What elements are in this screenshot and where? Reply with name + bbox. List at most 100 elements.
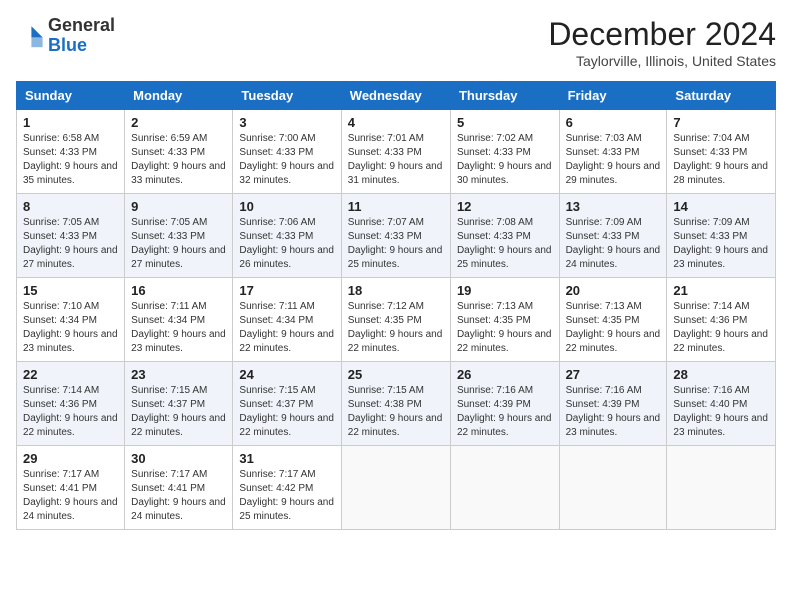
day-number: 5 (457, 115, 553, 130)
col-friday: Friday (559, 82, 667, 110)
page-header: General Blue December 2024 Taylorville, … (16, 16, 776, 69)
day-info: Sunrise: 7:04 AM Sunset: 4:33 PM Dayligh… (673, 132, 769, 188)
day-number: 6 (566, 115, 661, 130)
col-tuesday: Tuesday (233, 82, 341, 110)
day-number: 16 (131, 283, 226, 298)
table-row: 24 Sunrise: 7:15 AM Sunset: 4:37 PM Dayl… (233, 362, 341, 446)
logo-text: General Blue (48, 16, 115, 56)
table-row: 2 Sunrise: 6:59 AM Sunset: 4:33 PM Dayli… (125, 110, 233, 194)
table-row: 28 Sunrise: 7:16 AM Sunset: 4:40 PM Dayl… (667, 362, 776, 446)
day-info: Sunrise: 6:58 AM Sunset: 4:33 PM Dayligh… (23, 132, 118, 188)
calendar-header-row: Sunday Monday Tuesday Wednesday Thursday… (17, 82, 776, 110)
table-row: 14 Sunrise: 7:09 AM Sunset: 4:33 PM Dayl… (667, 194, 776, 278)
table-row: 23 Sunrise: 7:15 AM Sunset: 4:37 PM Dayl… (125, 362, 233, 446)
day-number: 19 (457, 283, 553, 298)
table-row: 18 Sunrise: 7:12 AM Sunset: 4:35 PM Dayl… (341, 278, 450, 362)
day-number: 2 (131, 115, 226, 130)
day-info: Sunrise: 7:15 AM Sunset: 4:38 PM Dayligh… (348, 384, 444, 440)
table-row: 22 Sunrise: 7:14 AM Sunset: 4:36 PM Dayl… (17, 362, 125, 446)
day-info: Sunrise: 7:06 AM Sunset: 4:33 PM Dayligh… (239, 216, 334, 272)
table-row: 26 Sunrise: 7:16 AM Sunset: 4:39 PM Dayl… (450, 362, 559, 446)
col-saturday: Saturday (667, 82, 776, 110)
day-info: Sunrise: 7:14 AM Sunset: 4:36 PM Dayligh… (23, 384, 118, 440)
table-row: 30 Sunrise: 7:17 AM Sunset: 4:41 PM Dayl… (125, 446, 233, 530)
day-info: Sunrise: 7:14 AM Sunset: 4:36 PM Dayligh… (673, 300, 769, 356)
day-info: Sunrise: 7:15 AM Sunset: 4:37 PM Dayligh… (131, 384, 226, 440)
day-number: 18 (348, 283, 444, 298)
calendar-week-4: 22 Sunrise: 7:14 AM Sunset: 4:36 PM Dayl… (17, 362, 776, 446)
table-row: 13 Sunrise: 7:09 AM Sunset: 4:33 PM Dayl… (559, 194, 667, 278)
day-number: 29 (23, 451, 118, 466)
table-row (667, 446, 776, 530)
table-row: 25 Sunrise: 7:15 AM Sunset: 4:38 PM Dayl… (341, 362, 450, 446)
table-row (559, 446, 667, 530)
table-row: 12 Sunrise: 7:08 AM Sunset: 4:33 PM Dayl… (450, 194, 559, 278)
day-info: Sunrise: 7:17 AM Sunset: 4:41 PM Dayligh… (23, 468, 118, 524)
table-row: 21 Sunrise: 7:14 AM Sunset: 4:36 PM Dayl… (667, 278, 776, 362)
day-info: Sunrise: 7:17 AM Sunset: 4:42 PM Dayligh… (239, 468, 334, 524)
day-number: 28 (673, 367, 769, 382)
day-info: Sunrise: 7:10 AM Sunset: 4:34 PM Dayligh… (23, 300, 118, 356)
day-number: 15 (23, 283, 118, 298)
day-info: Sunrise: 7:03 AM Sunset: 4:33 PM Dayligh… (566, 132, 661, 188)
calendar-week-5: 29 Sunrise: 7:17 AM Sunset: 4:41 PM Dayl… (17, 446, 776, 530)
day-info: Sunrise: 7:11 AM Sunset: 4:34 PM Dayligh… (239, 300, 334, 356)
col-wednesday: Wednesday (341, 82, 450, 110)
calendar-week-3: 15 Sunrise: 7:10 AM Sunset: 4:34 PM Dayl… (17, 278, 776, 362)
day-info: Sunrise: 7:16 AM Sunset: 4:39 PM Dayligh… (566, 384, 661, 440)
title-block: December 2024 Taylorville, Illinois, Uni… (548, 16, 776, 69)
day-info: Sunrise: 7:17 AM Sunset: 4:41 PM Dayligh… (131, 468, 226, 524)
day-number: 21 (673, 283, 769, 298)
day-info: Sunrise: 6:59 AM Sunset: 4:33 PM Dayligh… (131, 132, 226, 188)
day-number: 20 (566, 283, 661, 298)
day-info: Sunrise: 7:05 AM Sunset: 4:33 PM Dayligh… (131, 216, 226, 272)
day-number: 24 (239, 367, 334, 382)
day-number: 1 (23, 115, 118, 130)
day-info: Sunrise: 7:02 AM Sunset: 4:33 PM Dayligh… (457, 132, 553, 188)
day-number: 12 (457, 199, 553, 214)
table-row: 19 Sunrise: 7:13 AM Sunset: 4:35 PM Dayl… (450, 278, 559, 362)
col-thursday: Thursday (450, 82, 559, 110)
day-number: 17 (239, 283, 334, 298)
day-number: 14 (673, 199, 769, 214)
table-row: 10 Sunrise: 7:06 AM Sunset: 4:33 PM Dayl… (233, 194, 341, 278)
table-row: 31 Sunrise: 7:17 AM Sunset: 4:42 PM Dayl… (233, 446, 341, 530)
table-row: 5 Sunrise: 7:02 AM Sunset: 4:33 PM Dayli… (450, 110, 559, 194)
day-number: 11 (348, 199, 444, 214)
day-info: Sunrise: 7:07 AM Sunset: 4:33 PM Dayligh… (348, 216, 444, 272)
day-number: 8 (23, 199, 118, 214)
day-number: 10 (239, 199, 334, 214)
calendar-week-1: 1 Sunrise: 6:58 AM Sunset: 4:33 PM Dayli… (17, 110, 776, 194)
col-sunday: Sunday (17, 82, 125, 110)
day-info: Sunrise: 7:13 AM Sunset: 4:35 PM Dayligh… (566, 300, 661, 356)
day-number: 26 (457, 367, 553, 382)
day-info: Sunrise: 7:13 AM Sunset: 4:35 PM Dayligh… (457, 300, 553, 356)
day-number: 30 (131, 451, 226, 466)
day-info: Sunrise: 7:05 AM Sunset: 4:33 PM Dayligh… (23, 216, 118, 272)
table-row: 27 Sunrise: 7:16 AM Sunset: 4:39 PM Dayl… (559, 362, 667, 446)
calendar-table: Sunday Monday Tuesday Wednesday Thursday… (16, 81, 776, 530)
day-info: Sunrise: 7:08 AM Sunset: 4:33 PM Dayligh… (457, 216, 553, 272)
calendar-week-2: 8 Sunrise: 7:05 AM Sunset: 4:33 PM Dayli… (17, 194, 776, 278)
day-info: Sunrise: 7:01 AM Sunset: 4:33 PM Dayligh… (348, 132, 444, 188)
table-row (341, 446, 450, 530)
table-row: 3 Sunrise: 7:00 AM Sunset: 4:33 PM Dayli… (233, 110, 341, 194)
day-number: 3 (239, 115, 334, 130)
table-row: 9 Sunrise: 7:05 AM Sunset: 4:33 PM Dayli… (125, 194, 233, 278)
location: Taylorville, Illinois, United States (548, 53, 776, 69)
day-info: Sunrise: 7:12 AM Sunset: 4:35 PM Dayligh… (348, 300, 444, 356)
day-info: Sunrise: 7:16 AM Sunset: 4:39 PM Dayligh… (457, 384, 553, 440)
day-info: Sunrise: 7:09 AM Sunset: 4:33 PM Dayligh… (673, 216, 769, 272)
day-number: 23 (131, 367, 226, 382)
month-title: December 2024 (548, 16, 776, 53)
table-row: 6 Sunrise: 7:03 AM Sunset: 4:33 PM Dayli… (559, 110, 667, 194)
table-row: 8 Sunrise: 7:05 AM Sunset: 4:33 PM Dayli… (17, 194, 125, 278)
day-number: 25 (348, 367, 444, 382)
day-number: 27 (566, 367, 661, 382)
table-row: 7 Sunrise: 7:04 AM Sunset: 4:33 PM Dayli… (667, 110, 776, 194)
table-row: 17 Sunrise: 7:11 AM Sunset: 4:34 PM Dayl… (233, 278, 341, 362)
table-row: 16 Sunrise: 7:11 AM Sunset: 4:34 PM Dayl… (125, 278, 233, 362)
logo: General Blue (16, 16, 115, 56)
day-number: 22 (23, 367, 118, 382)
logo-icon (16, 22, 44, 50)
